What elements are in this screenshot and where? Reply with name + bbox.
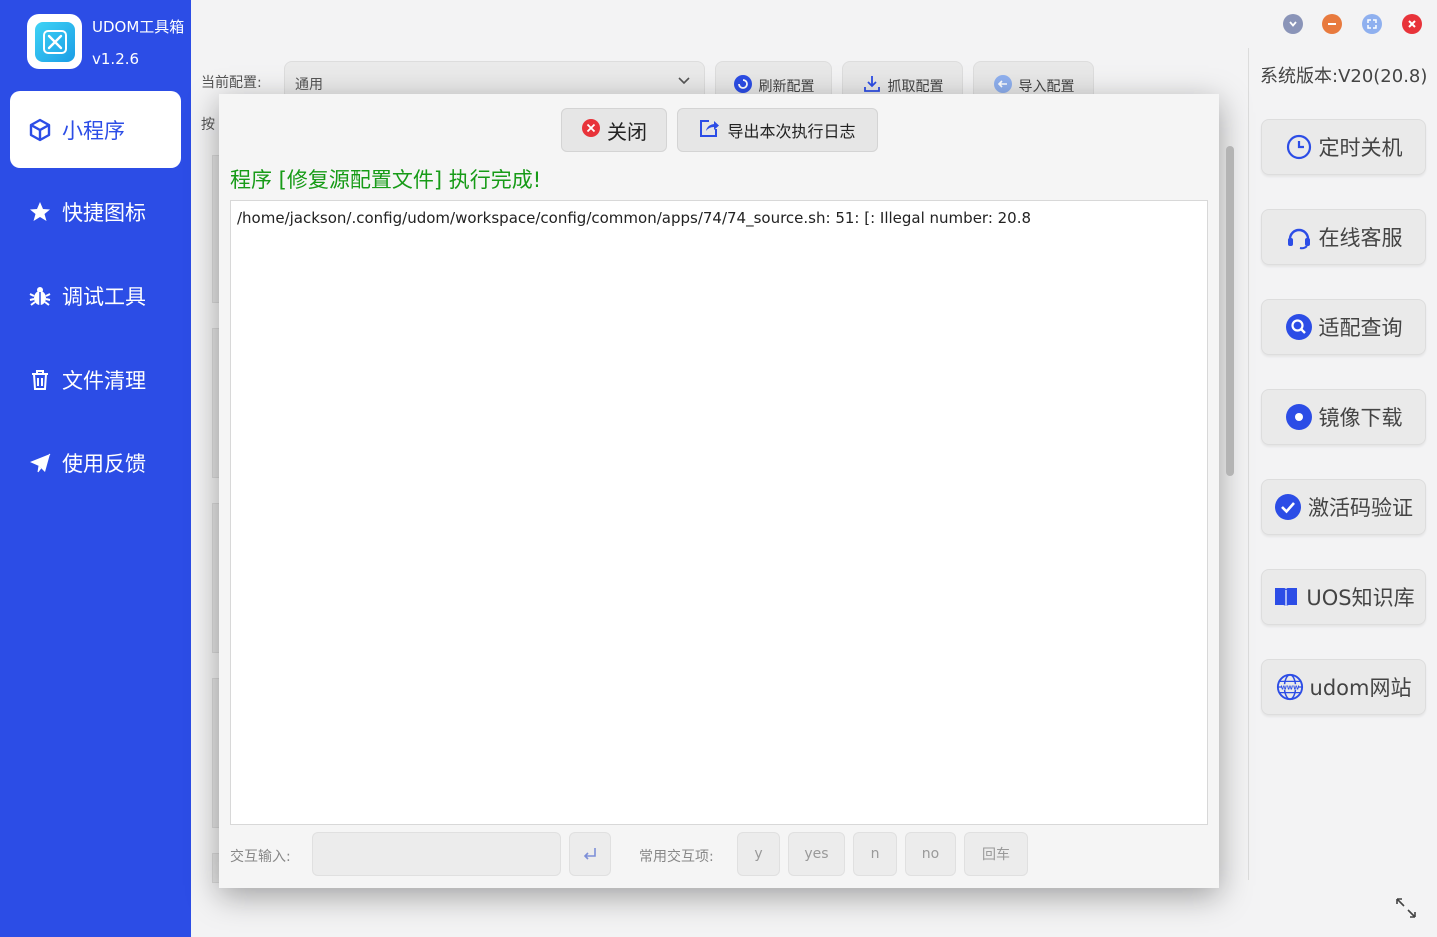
image-download-button[interactable]: 镜像下载 — [1261, 389, 1426, 445]
online-support-label: 在线客服 — [1318, 226, 1403, 250]
udom-website-button[interactable]: WWW udom网站 — [1261, 659, 1426, 715]
compatibility-query-label: 适配查询 — [1318, 316, 1403, 340]
compatibility-query-button[interactable]: 适配查询 — [1261, 299, 1426, 355]
udom-website-label: udom网站 — [1309, 676, 1412, 700]
sidebar-item-label: 文件清理 — [62, 368, 146, 393]
sidebar-item-feedback[interactable]: 使用反馈 — [10, 424, 181, 501]
sidebar-item-debug-tools[interactable]: 调试工具 — [10, 257, 181, 334]
app-logo — [27, 14, 82, 69]
chevron-down-icon — [1289, 21, 1297, 27]
scheduled-shutdown-label: 定时关机 — [1318, 136, 1403, 160]
sidebar-item-mini-programs[interactable]: 小程序 — [10, 91, 181, 168]
headset-icon — [1285, 223, 1313, 251]
export-icon — [699, 118, 721, 142]
execution-log[interactable]: /home/jackson/.config/udom/workspace/con… — [230, 200, 1208, 825]
window-close-button[interactable] — [1402, 14, 1422, 34]
clock-icon — [1285, 133, 1313, 161]
scheduled-shutdown-button[interactable]: 定时关机 — [1261, 119, 1426, 175]
bug-icon — [28, 284, 52, 308]
app-version: v1.2.6 — [92, 50, 140, 68]
export-log-button[interactable]: 导出本次执行日志 — [677, 108, 878, 152]
option-y-button[interactable]: y — [737, 832, 780, 876]
toolbox-icon — [34, 21, 75, 62]
window-menu-button[interactable] — [1283, 14, 1303, 34]
online-support-button[interactable]: 在线客服 — [1261, 209, 1426, 265]
expand-icon[interactable] — [1394, 896, 1418, 925]
minus-icon — [1328, 23, 1336, 25]
cube-icon — [28, 118, 52, 142]
uos-knowledge-button[interactable]: UOS知识库 — [1261, 569, 1426, 625]
paper-plane-icon — [28, 451, 52, 475]
activation-code-label: 激活码验证 — [1308, 496, 1413, 520]
close-circle-icon — [581, 118, 601, 143]
sidebar-item-label: 小程序 — [62, 118, 125, 143]
interactive-input[interactable] — [312, 832, 561, 876]
config-select-value: 通用 — [295, 77, 323, 93]
option-yes-button[interactable]: yes — [788, 832, 845, 876]
execution-status-title: 程序 [修复源配置文件] 执行完成! — [230, 168, 542, 192]
export-log-label: 导出本次执行日志 — [727, 122, 856, 141]
close-button[interactable]: 关闭 — [561, 108, 667, 152]
star-icon — [28, 200, 52, 224]
return-icon — [583, 848, 596, 860]
close-label: 关闭 — [607, 119, 647, 144]
activation-code-button[interactable]: 激活码验证 — [1261, 479, 1426, 535]
disc-icon — [1285, 403, 1313, 431]
interactive-input-label: 交互输入: — [230, 849, 291, 865]
sidebar: UDOM工具箱 v1.2.6 小程序 快捷图标 调试工具 文件清理 使用反馈 — [0, 0, 191, 937]
expand-icon — [1367, 19, 1377, 29]
svg-text:WWW: WWW — [1280, 685, 1299, 691]
log-scrollbar[interactable] — [1226, 146, 1234, 476]
execution-result-dialog: 关闭 导出本次执行日志 程序 [修复源配置文件] 执行完成! /home/jac… — [219, 94, 1219, 888]
image-download-label: 镜像下载 — [1318, 406, 1403, 430]
chevron-down-icon — [676, 72, 692, 92]
option-n-button[interactable]: n — [853, 832, 897, 876]
sidebar-item-label: 调试工具 — [62, 284, 146, 309]
refresh-config-label: 刷新配置 — [758, 79, 815, 95]
partial-label: 按 — [201, 117, 215, 133]
import-config-label: 导入配置 — [1018, 79, 1075, 95]
right-divider — [1248, 48, 1249, 880]
system-version: 系统版本:V20(20.8) — [1260, 66, 1428, 87]
common-options-label: 常用交互项: — [639, 849, 714, 865]
trash-icon — [28, 368, 52, 392]
fetch-config-label: 抓取配置 — [887, 79, 944, 95]
uos-knowledge-label: UOS知识库 — [1306, 586, 1415, 610]
option-enter-button[interactable]: 回车 — [964, 832, 1028, 876]
option-no-button[interactable]: no — [905, 832, 956, 876]
check-circle-icon — [1274, 493, 1302, 521]
sidebar-item-file-cleanup[interactable]: 文件清理 — [10, 341, 181, 418]
config-label: 当前配置: — [201, 75, 262, 91]
sidebar-item-shortcut-icons[interactable]: 快捷图标 — [10, 173, 181, 250]
globe-icon: WWW — [1276, 673, 1304, 701]
sidebar-item-label: 快捷图标 — [62, 200, 146, 225]
close-icon — [1408, 20, 1416, 28]
window-maximize-button[interactable] — [1362, 14, 1382, 34]
app-name: UDOM工具箱 — [92, 18, 185, 36]
book-icon — [1272, 583, 1300, 611]
sidebar-item-label: 使用反馈 — [62, 451, 146, 476]
search-icon — [1285, 313, 1313, 341]
window-minimize-button[interactable] — [1322, 14, 1342, 34]
enter-submit-button[interactable] — [569, 832, 611, 876]
